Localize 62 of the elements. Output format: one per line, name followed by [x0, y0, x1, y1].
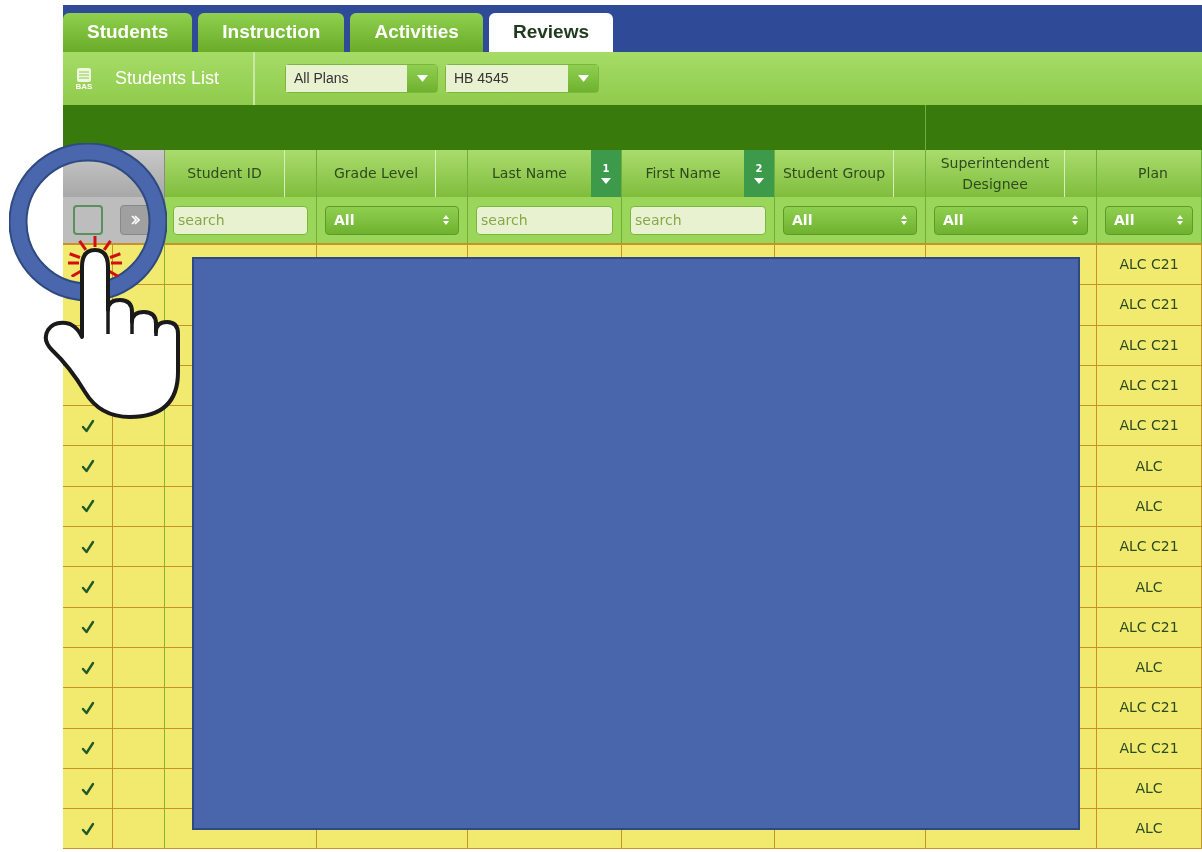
- checkmark-icon: [80, 539, 95, 554]
- search-field[interactable]: search: [173, 205, 308, 235]
- column-label: Student Group: [781, 164, 887, 183]
- checkmark-icon: [80, 499, 95, 514]
- sort-badge[interactable]: 1: [591, 150, 621, 197]
- table-cell-text: ALC C21: [1119, 255, 1179, 275]
- sort-arrows-icon: [900, 214, 908, 226]
- column-header[interactable]: Student ID: [165, 150, 317, 197]
- sort-arrows-icon: [1071, 214, 1079, 226]
- column-header[interactable]: Superintendent Designee: [926, 150, 1097, 197]
- checkmark-icon: [80, 821, 95, 836]
- table-cell-text: ALC C21: [1119, 738, 1179, 758]
- column-header[interactable]: Student Group: [775, 150, 926, 197]
- table-cell-text: ALC C21: [1119, 698, 1179, 718]
- column-label: Grade Level: [332, 164, 420, 183]
- table-cell-text: ALC: [1135, 658, 1163, 678]
- column-header[interactable]: Grade Level: [317, 150, 468, 197]
- dropdown[interactable]: All Plans: [285, 64, 438, 93]
- column-header[interactable]: First Name 2: [622, 150, 775, 197]
- tab[interactable]: Reviews: [488, 13, 613, 52]
- column-label: Plan: [1137, 164, 1169, 183]
- column-header[interactable]: Plan: [1097, 150, 1202, 197]
- checkmark-icon: [80, 660, 95, 675]
- column-label: First Name: [644, 164, 722, 183]
- table-cell-text: ALC: [1135, 496, 1163, 516]
- checkmark-icon: [80, 700, 95, 715]
- caret-icon: [416, 75, 428, 82]
- search-field[interactable]: search: [630, 205, 766, 235]
- toolbar-title: Students List: [115, 67, 221, 90]
- chevron-icon: [130, 215, 140, 225]
- caret-icon: [601, 177, 611, 184]
- table-cell-text: ALC C21: [1119, 335, 1179, 355]
- checkmark-icon: [80, 741, 95, 756]
- logo-text: BAS: [75, 82, 93, 91]
- table-cell-text: ALC C21: [1119, 376, 1179, 396]
- select-all-checkbox[interactable]: [73, 205, 103, 235]
- checkmark-icon: [80, 459, 95, 474]
- checkmark-icon: [80, 580, 95, 594]
- column-label: Superintendent Designee: [939, 153, 1051, 194]
- checkmark-icon: [80, 418, 95, 433]
- sort-arrows-icon: [1176, 214, 1184, 226]
- checkmark-icon: [80, 781, 95, 796]
- expand-button[interactable]: [120, 205, 150, 235]
- column-header[interactable]: Last Name 1: [468, 150, 622, 197]
- table-cell-text: ALC: [1135, 779, 1163, 798]
- table-cell-text: ALC C21: [1119, 617, 1179, 637]
- column-label: Student ID: [186, 164, 263, 183]
- checkmark-icon: [80, 620, 95, 635]
- caret-icon: [577, 75, 589, 82]
- table-cell-text: ALC C21: [1119, 416, 1179, 436]
- document-icon: [75, 66, 93, 83]
- table-cell-text: ALC C21: [1119, 295, 1179, 315]
- table-cell-text: ALC: [1135, 819, 1163, 839]
- table-cell-text: ALC: [1135, 577, 1163, 597]
- dropdown[interactable]: HB 4545: [445, 64, 599, 93]
- search-field[interactable]: search: [476, 205, 613, 235]
- table-cell-text: ALC C21: [1119, 537, 1179, 557]
- column-label: Last Name: [491, 164, 568, 183]
- caret-icon: [754, 177, 764, 184]
- sort-badge[interactable]: 2: [744, 150, 774, 197]
- table-cell-text: ALC: [1135, 456, 1163, 476]
- sort-arrows-icon: [442, 214, 450, 226]
